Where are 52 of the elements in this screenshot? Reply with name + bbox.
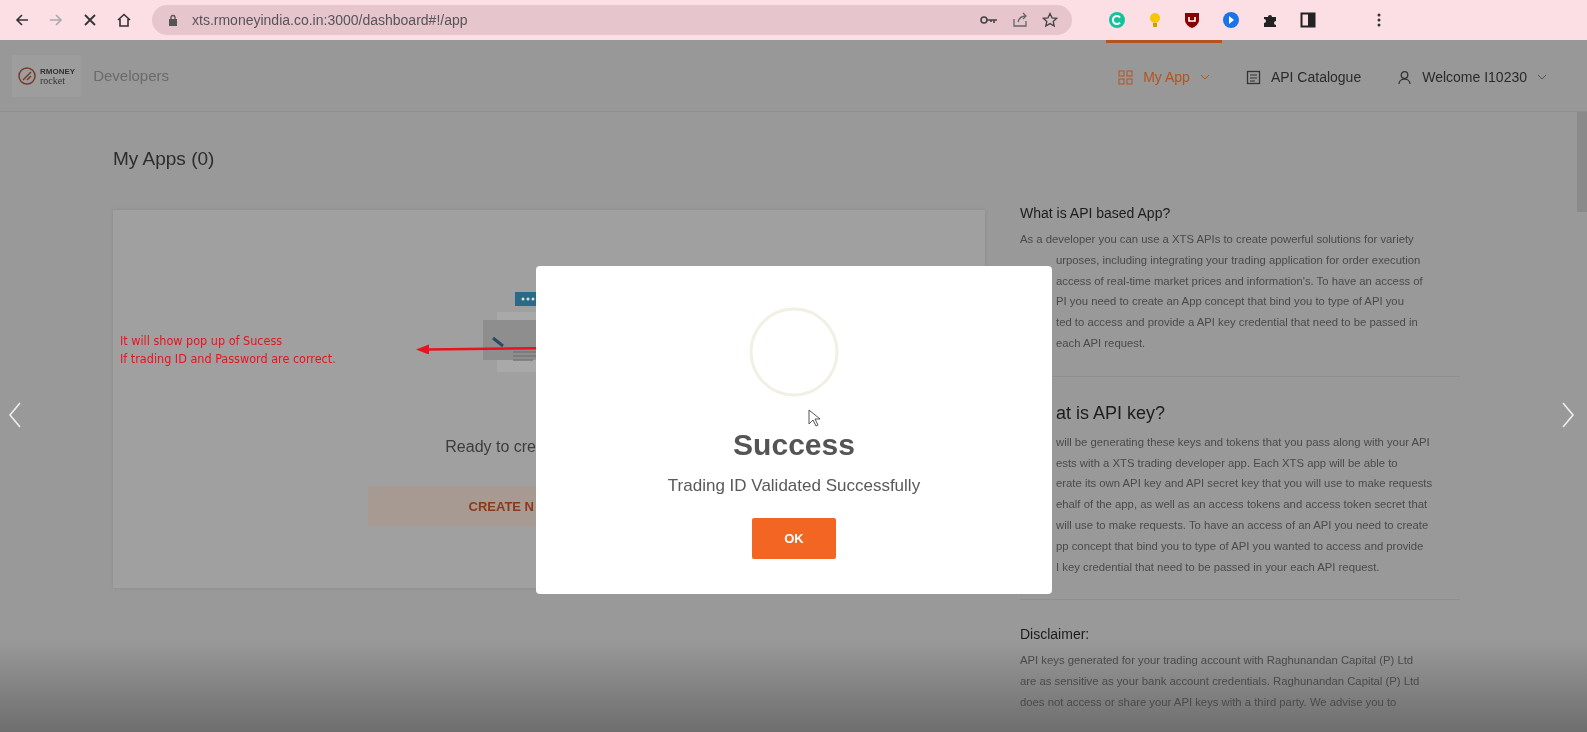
description-line: I key credential that need to be passed in your each API request. bbox=[1056, 559, 1380, 575]
dialog-message: Trading ID Validated Successfully bbox=[667, 476, 921, 496]
extension-icon[interactable] bbox=[1222, 11, 1240, 29]
nav-item[interactable]: API Catalogue bbox=[1233, 39, 1374, 112]
sidebar-icon[interactable] bbox=[1300, 12, 1316, 28]
url-text: xts.rmoneyindia.co.in:3000/dashboard#!/app bbox=[192, 12, 468, 28]
home-icon[interactable] bbox=[116, 12, 132, 28]
nav-item[interactable]: Welcome I10230 bbox=[1385, 39, 1559, 112]
grid-icon bbox=[1118, 69, 1134, 85]
logo-text: rocket bbox=[40, 75, 66, 85]
description-line: are as sensitive as your bank account credentials. Raghunandan Capital (P) Ltd bbox=[1020, 674, 1420, 690]
star-icon[interactable] bbox=[1042, 12, 1058, 28]
description-line: urposes, including integrating your trading application for order execution bbox=[1056, 252, 1421, 268]
user-icon bbox=[1397, 69, 1413, 85]
description-line: PI you need to create an App concept that bind you to type of API you bbox=[1056, 294, 1404, 310]
description-line: ted to access and provide a API key credential that need to be passed in bbox=[1056, 315, 1418, 331]
description-line: ehalf of the app, as well as an access tokens and access token secret that bbox=[1056, 497, 1428, 513]
rocket-icon bbox=[18, 66, 38, 85]
description-line: ests with a XTS trading developer app. Each XTS app will be able to bbox=[1056, 455, 1398, 471]
ok-button[interactable]: OK bbox=[752, 518, 836, 559]
description-line: erate its own API key and API secret key that you will use to make requests bbox=[1056, 476, 1433, 492]
chevron-down-icon bbox=[1537, 74, 1547, 80]
description-line: each API request. bbox=[1056, 336, 1146, 351]
section-heading: Disclaimer: bbox=[1020, 626, 1090, 643]
shield-icon[interactable] bbox=[1184, 11, 1200, 29]
key-icon[interactable] bbox=[980, 14, 998, 26]
logo[interactable]: RMONEY rocket bbox=[12, 54, 82, 97]
description-line: As a developer you can use a XTS APIs to create powerful solutions for variety bbox=[1020, 232, 1414, 247]
dialog-title: Success bbox=[733, 428, 855, 462]
circle-icon bbox=[748, 306, 840, 398]
close-icon[interactable] bbox=[82, 12, 98, 28]
section-heading: at is API key? bbox=[1056, 402, 1166, 424]
logo-text: RMONEY bbox=[40, 66, 76, 76]
share-icon[interactable] bbox=[1012, 12, 1028, 28]
description-line: will use to make requests. To have an access of an API you need to create bbox=[1056, 517, 1429, 533]
section-heading: What is API based App? bbox=[1020, 205, 1171, 221]
annotation-text: It will show pop up of Sucess If trading ID and Password are correct. bbox=[120, 332, 336, 368]
document-icon bbox=[1245, 69, 1261, 85]
menu-icon[interactable] bbox=[1376, 12, 1382, 28]
puzzle-icon[interactable] bbox=[1262, 12, 1278, 28]
lock-icon bbox=[168, 14, 178, 26]
create-app-button[interactable]: CREATE N bbox=[368, 486, 536, 526]
cursor-icon bbox=[808, 409, 820, 427]
description-line: access of real-time market prices and information's. To have an access of bbox=[1056, 273, 1423, 289]
description-line: will be generating these keys and tokens that you pass along with your API bbox=[1056, 434, 1430, 450]
ready-text: Ready to cre bbox=[445, 438, 536, 456]
chevron-down-icon bbox=[1199, 74, 1210, 80]
description-line: API keys generated for your trading account with Raghunandan Capital (P) Ltd bbox=[1020, 653, 1414, 669]
address-bar[interactable]: xts.rmoneyindia.co.in:3000/dashboard#!/app bbox=[152, 5, 1072, 35]
description-line: pp concept that bind you to type of API you wanted to access and provide bbox=[1056, 538, 1424, 554]
back-icon[interactable] bbox=[14, 12, 30, 28]
page-title: My Apps (0) bbox=[113, 148, 216, 170]
